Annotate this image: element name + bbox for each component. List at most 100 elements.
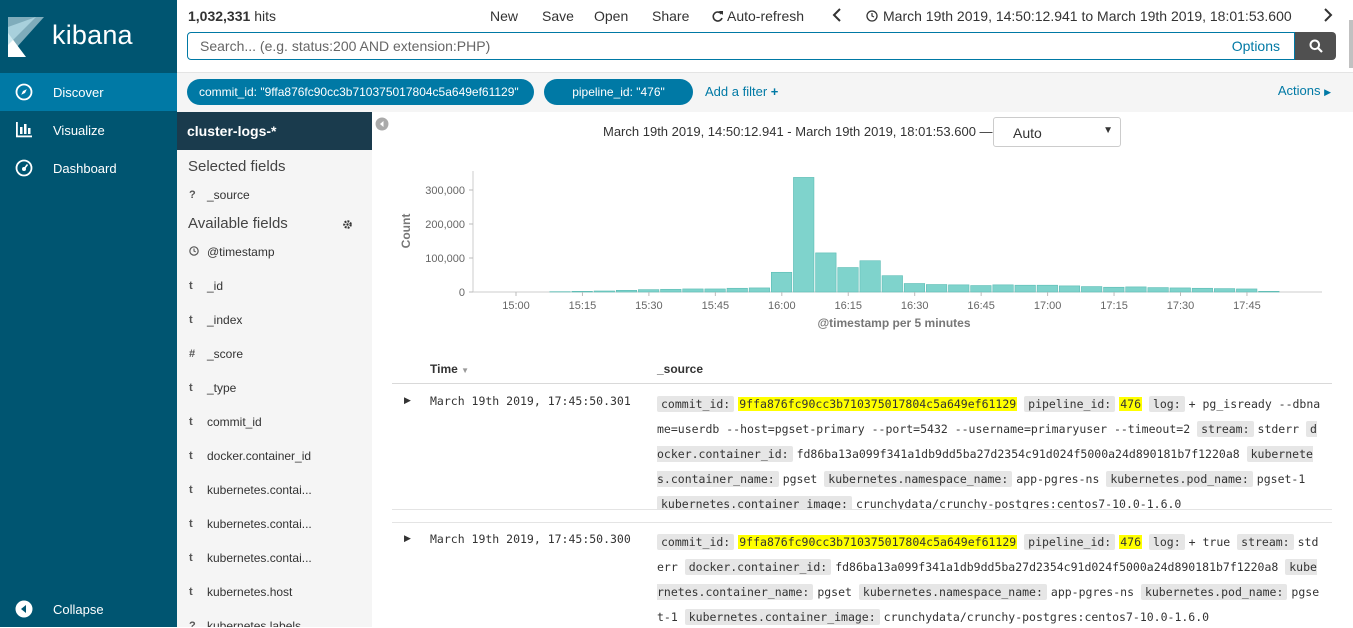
- source-field-key: stream:: [1237, 534, 1293, 550]
- scrollbar-thumb[interactable]: [1349, 20, 1353, 68]
- auto-refresh-button[interactable]: Auto-refresh: [711, 8, 804, 24]
- nav-item-dashboard[interactable]: Dashboard: [0, 149, 177, 187]
- field-name: _index: [207, 313, 242, 327]
- row-time: March 19th 2019, 17:45:50.301: [430, 394, 631, 408]
- field-type-icon: t: [189, 314, 207, 326]
- histogram-bar: [727, 288, 748, 292]
- field-item[interactable]: tcommit_id: [189, 415, 262, 429]
- field-item[interactable]: @timestamp: [189, 245, 275, 259]
- share-button[interactable]: Share: [652, 8, 689, 24]
- column-header-time[interactable]: Time ▼: [430, 362, 469, 376]
- histogram-bar: [771, 272, 792, 292]
- field-item[interactable]: t_type: [189, 381, 236, 395]
- source-field-key: kubernetes.pod_name:: [1106, 471, 1252, 487]
- x-tick-label: 16:45: [967, 300, 995, 312]
- field-item[interactable]: tkubernetes.contai...: [189, 483, 312, 497]
- nav-item-visualize[interactable]: Visualize: [0, 111, 177, 149]
- add-filter-label: Add a filter: [705, 84, 767, 99]
- filter-actions-button[interactable]: Actions ▶: [1278, 83, 1331, 98]
- field-item[interactable]: t_id: [189, 279, 223, 293]
- search-button[interactable]: [1295, 32, 1336, 60]
- field-item-source[interactable]: ? _source: [189, 188, 250, 202]
- source-field-key: kubernetes.container_image:: [685, 609, 880, 625]
- source-field-value-highlighted: 476: [1119, 397, 1142, 411]
- expand-row-icon[interactable]: ▶: [404, 395, 411, 406]
- field-type-icon: t: [189, 450, 207, 462]
- nav-item-discover[interactable]: Discover: [0, 73, 177, 111]
- search-options-link[interactable]: Options: [1232, 38, 1280, 54]
- field-name: _type: [207, 381, 236, 395]
- histogram-bar: [1236, 289, 1257, 292]
- time-back-button[interactable]: [832, 8, 842, 25]
- source-field-value-highlighted: 9ffa876fc90cc3b710375017804c5a649ef61129: [738, 535, 1017, 549]
- field-item[interactable]: tdocker.container_id: [189, 449, 311, 463]
- histogram-bar: [661, 289, 682, 292]
- collapse-sidebar-button[interactable]: [375, 117, 389, 134]
- histogram-bar: [616, 290, 637, 292]
- filter-pill-pipeline-id[interactable]: pipeline_id: "476": [544, 79, 693, 105]
- histogram-bar: [705, 289, 726, 292]
- histogram-bar: [1104, 287, 1125, 292]
- save-button[interactable]: Save: [542, 8, 574, 24]
- hits-count: 1,032,331: [188, 8, 250, 24]
- source-field-key: log:: [1149, 534, 1185, 550]
- selected-fields-heading: Selected fields: [188, 158, 286, 175]
- time-picker[interactable]: March 19th 2019, 14:50:12.941 to March 1…: [866, 8, 1292, 24]
- histogram-bar: [1148, 288, 1169, 292]
- histogram-bar: [971, 286, 992, 292]
- search-icon: [1309, 39, 1323, 53]
- field-name: _id: [207, 279, 223, 293]
- histogram-bar: [572, 291, 593, 292]
- table-row: ▶ March 19th 2019, 17:45:50.301 commit_i…: [392, 385, 1332, 510]
- gear-icon[interactable]: [342, 218, 353, 233]
- histogram-bar: [860, 261, 881, 292]
- source-field-key: commit_id:: [657, 534, 734, 550]
- field-item[interactable]: t_index: [189, 313, 242, 327]
- histogram-bar: [882, 276, 903, 292]
- source-field-key: kubernetes.container_image:: [657, 496, 852, 510]
- kibana-logo[interactable]: kibana: [0, 0, 177, 73]
- y-tick-label: 0: [459, 287, 465, 299]
- open-button[interactable]: Open: [594, 8, 628, 24]
- field-item[interactable]: ?kubernetes.labels...: [189, 619, 311, 627]
- source-field-key: log:: [1149, 396, 1185, 412]
- hits-counter: 1,032,331 hits: [188, 8, 276, 24]
- filter-pill-commit-id[interactable]: commit_id: "9ffa876fc90cc3b710375017804c…: [187, 79, 534, 105]
- time-forward-button[interactable]: [1323, 8, 1333, 25]
- field-type-icon: ?: [189, 620, 207, 627]
- index-pattern-title[interactable]: cluster-logs-*: [177, 112, 372, 150]
- source-field-value: pgset-1: [1257, 472, 1305, 486]
- expand-row-icon[interactable]: ▶: [404, 533, 411, 544]
- add-filter-button[interactable]: Add a filter +: [705, 84, 778, 99]
- histogram-bar: [816, 253, 837, 292]
- source-field-value: app-pgres-ns: [1051, 585, 1134, 599]
- histogram-bar: [749, 288, 770, 292]
- histogram-bar: [1214, 289, 1235, 292]
- field-type-icon: #: [189, 348, 207, 360]
- search-input[interactable]: [188, 33, 1188, 59]
- histogram-bar: [926, 285, 947, 292]
- x-tick-label: 15:15: [569, 300, 597, 312]
- source-field-value-highlighted: 476: [1119, 535, 1142, 549]
- table-row: ▶ March 19th 2019, 17:45:50.300 commit_i…: [392, 523, 1332, 627]
- page-scrollbar[interactable]: [1349, 0, 1353, 627]
- field-item[interactable]: tkubernetes.contai...: [189, 517, 312, 531]
- new-button[interactable]: New: [490, 8, 518, 24]
- field-item[interactable]: tkubernetes.contai...: [189, 551, 312, 565]
- clock-icon: [189, 246, 207, 259]
- collapse-arrow-icon: [14, 599, 34, 619]
- field-type-icon: t: [189, 552, 207, 564]
- interval-select[interactable]: Auto ▼: [993, 117, 1121, 147]
- collapse-nav-button[interactable]: Collapse: [0, 590, 177, 628]
- y-tick-label: 300,000: [425, 185, 465, 197]
- x-tick-label: 15:00: [502, 300, 530, 312]
- brand-name: kibana: [52, 20, 133, 51]
- refresh-icon: [711, 10, 724, 23]
- field-name: kubernetes.contai...: [207, 483, 312, 497]
- histogram-bar: [838, 268, 859, 292]
- source-field-value: fd86ba13a099f341a1db9dd5ba27d2354c91d024…: [797, 447, 1240, 461]
- field-item[interactable]: #_score: [189, 347, 243, 361]
- field-item[interactable]: tkubernetes.host: [189, 585, 292, 599]
- x-axis-title: @timestamp per 5 minutes: [817, 316, 970, 330]
- hits-label: hits: [254, 8, 276, 24]
